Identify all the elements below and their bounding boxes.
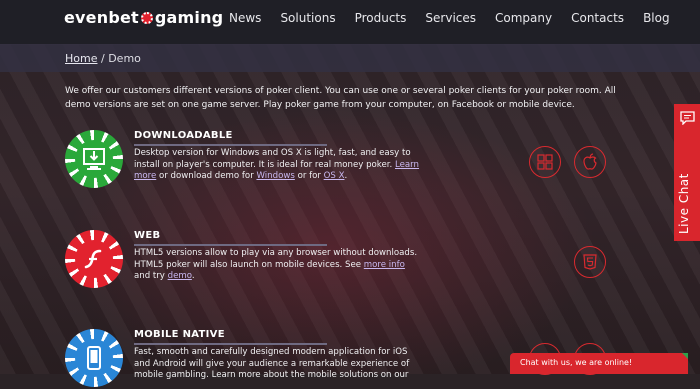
web-more-info-link[interactable]: more info — [364, 260, 405, 270]
downloadable-chip — [65, 130, 123, 188]
logo[interactable]: evenbet gaming — [64, 8, 223, 27]
nav-company[interactable]: Company — [495, 11, 552, 25]
web-divider — [134, 244, 327, 246]
breadcrumb-home[interactable]: Home — [65, 52, 97, 65]
downloadable-description: Desktop version for Windows and OS X is … — [134, 148, 420, 181]
flash-icon — [84, 249, 102, 269]
downloadable-title: DOWNLOADABLE — [134, 130, 233, 141]
online-indicator-icon — [682, 353, 688, 359]
chat-icon — [680, 111, 695, 125]
intro-text: We offer our customers different version… — [65, 86, 616, 110]
windows-button[interactable] — [529, 146, 561, 178]
mobile-title: MOBILE NATIVE — [134, 329, 225, 340]
download-monitor-icon — [83, 148, 105, 170]
logo-text-left: evenbet — [64, 8, 139, 27]
breadcrumb-current: Demo — [108, 52, 141, 65]
main-nav: News Solutions Products Services Company… — [229, 0, 689, 36]
html5-icon — [583, 254, 597, 270]
download-osx-link[interactable]: OS X — [324, 171, 345, 181]
smartphone-icon — [87, 346, 101, 370]
nav-blog[interactable]: Blog — [643, 11, 670, 25]
nav-products[interactable]: Products — [355, 11, 407, 25]
download-windows-link[interactable]: Windows — [256, 171, 294, 181]
live-chat-label: Live Chat — [677, 173, 691, 234]
top-header: evenbet gaming News Solutions Products S… — [0, 0, 700, 44]
nav-contacts[interactable]: Contacts — [571, 11, 624, 25]
breadcrumb-bar: Home / Demo — [0, 44, 700, 72]
logo-text-right: gaming — [154, 8, 224, 27]
breadcrumb: Home / Demo — [65, 52, 141, 65]
product-web: WEB HTML5 versions allow to play via any… — [65, 230, 675, 300]
mobile-description: Fast, smooth and carefully designed mode… — [134, 347, 410, 380]
apple-button[interactable] — [574, 146, 606, 178]
chat-online-text: Chat with us, we are online! — [520, 358, 633, 367]
web-title: WEB — [134, 230, 161, 241]
nav-solutions[interactable]: Solutions — [280, 11, 335, 25]
web-demo-link[interactable]: demo — [168, 271, 192, 281]
chat-online-bubble[interactable]: Chat with us, we are online! — [510, 353, 688, 374]
apple-icon — [583, 153, 597, 170]
mobile-chip — [65, 329, 123, 387]
web-chip — [65, 230, 123, 288]
live-chat-tab[interactable]: Live Chat — [674, 104, 700, 241]
web-description: HTML5 versions allow to play via any bro… — [134, 248, 418, 281]
mobile-divider — [134, 343, 327, 345]
html5-button[interactable] — [574, 246, 606, 278]
downloadable-divider — [134, 144, 327, 146]
windows-icon — [537, 154, 553, 170]
poker-chip-icon — [140, 11, 153, 24]
product-downloadable: DOWNLOADABLE Desktop version for Windows… — [65, 130, 675, 200]
nav-news[interactable]: News — [229, 11, 261, 25]
nav-services[interactable]: Services — [425, 11, 476, 25]
breadcrumb-separator: / — [100, 52, 105, 65]
